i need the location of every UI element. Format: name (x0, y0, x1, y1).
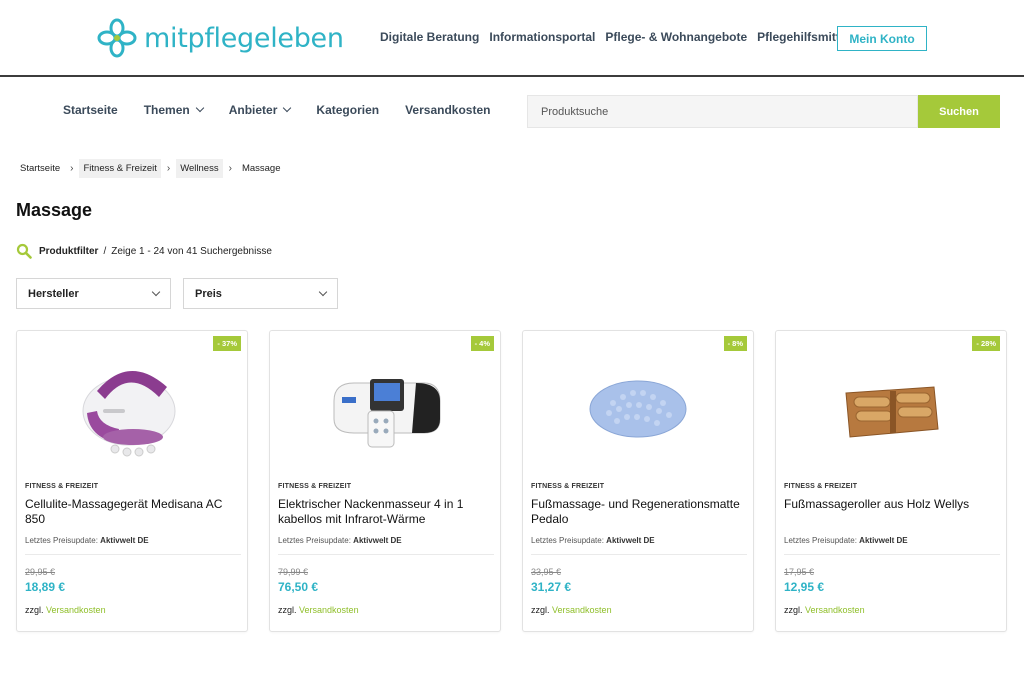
shipping-costs-link[interactable]: Versandkosten (46, 605, 106, 615)
current-price: 76,50 € (278, 580, 319, 594)
page-title: Massage (16, 200, 93, 220)
product-card[interactable]: - 28% FITNESS & FREIZEIT Fußmassagerolle… (775, 330, 1007, 632)
shipping-info: zzgl. Versandkosten (25, 605, 106, 615)
my-account-button[interactable]: Mein Konto (837, 26, 927, 51)
mainnav-label: Versandkosten (405, 103, 491, 117)
breadcrumb-fitness-freizeit[interactable]: Fitness & Freizeit (79, 159, 161, 178)
search-icon (16, 243, 32, 259)
price-update-info: Letztes Preisupdate: Aktivwelt DE (531, 536, 655, 545)
breadcrumb: Startseite › Fitness & Freizeit › Wellne… (16, 159, 285, 178)
price-update-label: Letztes Preisupdate: (784, 536, 857, 545)
divider (25, 554, 241, 555)
product-search: Suchen (527, 95, 1000, 128)
nav-digitale-beratung[interactable]: Digitale Beratung (380, 30, 479, 44)
divider (784, 554, 1000, 555)
chevron-down-icon (151, 287, 161, 296)
foot-massage-mat-image[interactable] (531, 349, 745, 467)
shipping-prefix: zzgl. (25, 605, 44, 615)
dropdown-label: Hersteller (28, 287, 79, 300)
nav-pflege-wohnangebote[interactable]: Pflege- & Wohnangebote (605, 30, 747, 44)
mainnav-themen[interactable]: Themen (143, 103, 204, 117)
shipping-prefix: zzgl. (531, 605, 550, 615)
dropdown-label: Preis (195, 287, 222, 300)
shipping-info: zzgl. Versandkosten (531, 605, 612, 615)
breadcrumb-startseite[interactable]: Startseite (16, 159, 64, 178)
old-price: 29,95 € (25, 567, 56, 577)
mainnav-startseite[interactable]: Startseite (63, 103, 118, 117)
old-price: 79,99 € (278, 567, 309, 577)
current-price: 18,89 € (25, 580, 66, 594)
shipping-costs-link[interactable]: Versandkosten (299, 605, 359, 615)
product-filter-label[interactable]: Produktfilter (39, 246, 98, 257)
price-update-label: Letztes Preisupdate: (278, 536, 351, 545)
product-name[interactable]: Fußmassageroller aus Holz Wellys (784, 497, 1002, 512)
product-card[interactable]: - 8% FITNESS & FREIZEIT Fußmassage- und … (522, 330, 754, 632)
current-price: 31,27 € (531, 580, 572, 594)
search-input[interactable] (527, 95, 918, 128)
cellulite-massager-image[interactable] (25, 349, 239, 467)
current-price: 12,95 € (784, 580, 825, 594)
price-dropdown[interactable]: Preis (183, 278, 338, 309)
nav-pflegehilfsmittel[interactable]: Pflegehilfsmittel (757, 30, 850, 44)
breadcrumb-current: Massage (241, 163, 281, 174)
mainnav-kategorien[interactable]: Kategorien (316, 103, 379, 117)
divider (278, 554, 494, 555)
breadcrumb-wellness[interactable]: Wellness (176, 159, 223, 178)
top-navigation: Digitale Beratung Informationsportal Pfl… (380, 30, 860, 44)
product-category: FITNESS & FREIZEIT (784, 483, 858, 490)
chevron-down-icon (283, 103, 292, 113)
neck-massager-image[interactable] (278, 349, 492, 467)
price-update-source: Aktivwelt DE (859, 536, 908, 545)
chevron-down-icon (318, 287, 328, 296)
product-name[interactable]: Elektrischer Nackenmasseur 4 in 1 kabell… (278, 497, 496, 527)
shipping-costs-link[interactable]: Versandkosten (552, 605, 612, 615)
shipping-info: zzgl. Versandkosten (784, 605, 865, 615)
site-header: mitpflegeleben Digitale Beratung Informa… (0, 0, 1024, 77)
mainnav-label: Themen (143, 103, 190, 117)
shipping-prefix: zzgl. (278, 605, 297, 615)
product-category: FITNESS & FREIZEIT (25, 483, 99, 490)
price-update-info: Letztes Preisupdate: Aktivwelt DE (784, 536, 908, 545)
shipping-info: zzgl. Versandkosten (278, 605, 359, 615)
logo-text: mitpflegeleben (144, 22, 344, 54)
wooden-foot-roller-image[interactable] (784, 349, 998, 467)
old-price: 17,95 € (784, 567, 815, 577)
chevron-right-icon: › (228, 163, 232, 174)
shipping-prefix: zzgl. (784, 605, 803, 615)
site-logo[interactable]: mitpflegeleben (96, 18, 344, 58)
mainnav-anbieter[interactable]: Anbieter (228, 103, 292, 117)
nav-informationsportal[interactable]: Informationsportal (489, 30, 595, 44)
chevron-right-icon: › (70, 163, 74, 174)
price-update-source: Aktivwelt DE (100, 536, 149, 545)
filter-separator: / (103, 245, 107, 257)
product-card[interactable]: - 4% FITNESS & FREIZEIT Elektrischer Nac… (269, 330, 501, 632)
mainnav-label: Kategorien (316, 103, 380, 117)
product-category: FITNESS & FREIZEIT (278, 483, 352, 490)
mainnav-versandkosten[interactable]: Versandkosten (405, 103, 490, 117)
main-navigation: Startseite Themen Anbieter Kategorien Ve… (63, 103, 516, 117)
product-name[interactable]: Fußmassage- und Regenerationsmatte Pedal… (531, 497, 749, 527)
clover-logo-icon (97, 18, 137, 58)
chevron-right-icon: › (166, 163, 171, 174)
product-name[interactable]: Cellulite-Massagegerät Medisana AC 850 (25, 497, 243, 527)
shipping-costs-link[interactable]: Versandkosten (805, 605, 865, 615)
price-update-label: Letztes Preisupdate: (531, 536, 604, 545)
price-update-info: Letztes Preisupdate: Aktivwelt DE (25, 536, 149, 545)
chevron-down-icon (195, 103, 204, 113)
product-category: FITNESS & FREIZEIT (531, 483, 605, 490)
old-price: 33,95 € (531, 567, 562, 577)
price-update-source: Aktivwelt DE (606, 536, 655, 545)
mainnav-label: Startseite (63, 103, 118, 117)
divider (531, 554, 747, 555)
mainnav-label: Anbieter (228, 103, 278, 117)
price-update-info: Letztes Preisupdate: Aktivwelt DE (278, 536, 402, 545)
results-count: Zeige 1 - 24 von 41 Suchergebnisse (111, 245, 272, 257)
price-update-source: Aktivwelt DE (353, 536, 402, 545)
price-update-label: Letztes Preisupdate: (25, 536, 98, 545)
search-button[interactable]: Suchen (918, 95, 1000, 128)
manufacturer-dropdown[interactable]: Hersteller (16, 278, 171, 309)
product-filter-bar: Produktfilter / Zeige 1 - 24 von 41 Such… (16, 243, 272, 259)
product-card[interactable]: - 37% FITNESS & FREIZEIT Cellulite-Massa… (16, 330, 248, 632)
